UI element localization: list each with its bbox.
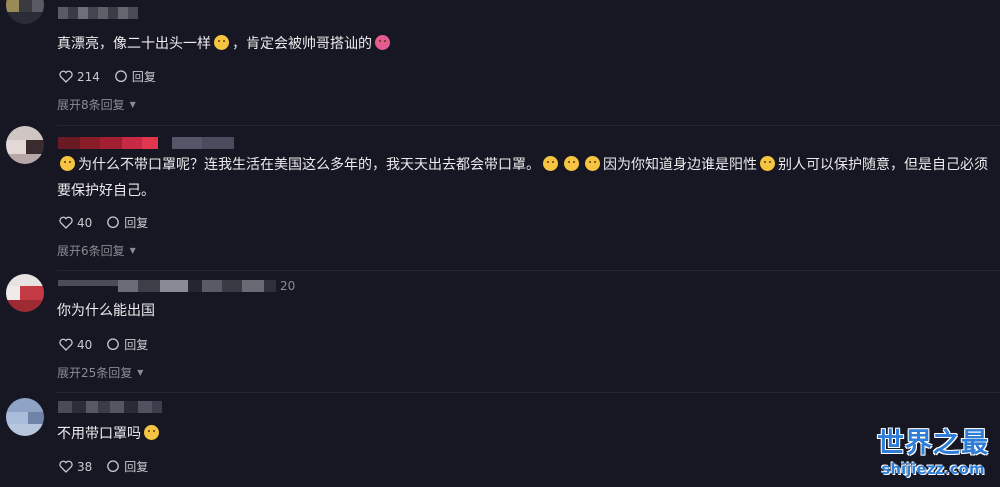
expand-replies-label: 展开6条回复 [57, 244, 125, 258]
reply-label: 回复 [124, 460, 149, 474]
divider [57, 125, 1000, 126]
reply-label: 回复 [131, 70, 156, 84]
chevron-down-icon: ▼ [137, 368, 144, 377]
laughing-emoji-icon [585, 156, 600, 171]
comment-text: 真漂亮，像二十出头一样 ，肯定会被帅哥搭讪的 [57, 31, 994, 57]
heart-eyes-emoji-icon [375, 35, 390, 50]
comment-text: 你为什么能出国 [57, 303, 155, 319]
avatar[interactable] [6, 398, 44, 436]
speech-bubble-icon [115, 70, 127, 83]
expand-replies-button[interactable]: 展开8条回复 ▼ [57, 96, 136, 113]
reply-label: 回复 [124, 338, 149, 352]
heart-outline-icon [59, 70, 73, 83]
watermark-title: 世界之最 [877, 428, 989, 459]
comment-text: 不用带口罩吗 [57, 421, 994, 447]
site-watermark: 世界之最 shijiezz.com [872, 428, 994, 478]
like-button[interactable]: 40 [59, 216, 92, 230]
divider [57, 392, 1000, 393]
chevron-down-icon: ▼ [129, 100, 136, 109]
watermark-domain: shijiezz.com [881, 460, 985, 478]
avatar[interactable] [6, 0, 44, 24]
username-blurred[interactable] [58, 400, 162, 414]
laughing-emoji-icon [543, 156, 558, 171]
username-blurred[interactable] [58, 136, 234, 150]
like-button[interactable]: 38 [59, 460, 92, 474]
rolling-eyes-emoji-icon [60, 156, 75, 171]
grinning-emoji-icon [214, 35, 229, 50]
username-blurred[interactable] [58, 6, 138, 20]
laughing-emoji-icon [564, 156, 579, 171]
avatar[interactable] [6, 126, 44, 164]
like-count: 40 [77, 215, 93, 230]
avatar[interactable] [6, 274, 44, 312]
reply-label: 回复 [124, 216, 149, 230]
expand-replies-label: 展开8条回复 [57, 98, 125, 112]
like-button[interactable]: 40 [59, 338, 92, 352]
expand-replies-button[interactable]: 展开6条回复 ▼ [57, 242, 136, 259]
divider [57, 270, 1000, 271]
heart-outline-icon [59, 460, 73, 473]
expand-replies-button[interactable]: 展开25条回复 ▼ [57, 364, 143, 381]
reply-button[interactable]: 回复 [106, 214, 148, 231]
comment-text: 为什么不带口罩呢？连我生活在美国这么多年的，我天天出去都会带口罩。 因为你知道身边… [57, 156, 988, 199]
like-count: 38 [77, 459, 93, 474]
reply-button[interactable]: 回复 [106, 458, 148, 475]
comment-timestamp: 20 [280, 279, 296, 293]
speech-bubble-icon [107, 216, 120, 229]
laughing-emoji-icon [760, 156, 775, 171]
speech-bubble-icon [107, 338, 120, 351]
like-count: 40 [77, 337, 93, 352]
expand-replies-label: 展开25条回复 [57, 366, 133, 380]
username-blurred[interactable]: 20 [58, 279, 295, 293]
like-count: 214 [77, 69, 100, 84]
heart-outline-icon [59, 216, 73, 229]
reply-button[interactable]: 回复 [106, 336, 148, 353]
reply-button[interactable]: 回复 [114, 68, 156, 85]
chevron-down-icon: ▼ [129, 246, 136, 255]
speech-bubble-icon [107, 460, 120, 473]
pleading-emoji-icon [144, 425, 159, 440]
heart-outline-icon [59, 338, 73, 351]
like-button[interactable]: 214 [59, 70, 100, 84]
